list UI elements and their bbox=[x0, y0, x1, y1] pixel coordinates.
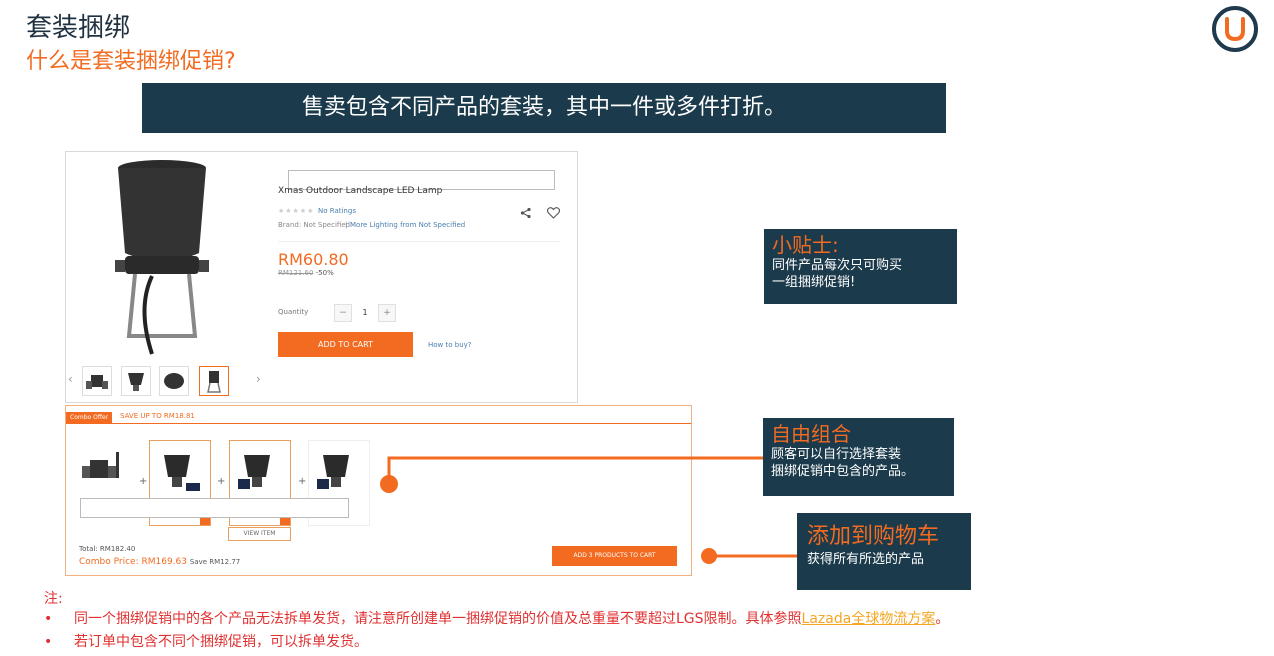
note-1: • 同一个捆绑促销中的各个产品无法拆单发货，请注意所创建单一捆绑促销的价值及总重量… bbox=[44, 609, 949, 629]
add-to-cart-callout: 添加到购物车 获得所有所选的产品 bbox=[797, 513, 971, 590]
view-item-button[interactable]: VIEW ITEM bbox=[228, 527, 291, 541]
bullet-icon: • bbox=[44, 611, 53, 627]
free-combo-line-1: 顾客可以自行选择套装 bbox=[771, 447, 902, 462]
rating-stars-icon: ★★★★★ bbox=[278, 207, 315, 215]
definition-banner: 售卖包含不同产品的套装，其中一件或多件打折。 bbox=[142, 83, 946, 133]
discount-badge: -50% bbox=[315, 269, 334, 277]
note-2-text: 若订单中包含不同个捆绑促销，可以拆单发货。 bbox=[74, 634, 368, 650]
lamp-product-image bbox=[115, 160, 209, 355]
quantity-value[interactable]: 1 bbox=[356, 304, 374, 322]
share-icon[interactable] bbox=[520, 204, 532, 223]
thumbnail-3[interactable] bbox=[159, 366, 189, 396]
how-to-buy-link[interactable]: How to buy? bbox=[428, 341, 472, 349]
connector-free-combo bbox=[380, 456, 766, 493]
combo-total: Total: RM182.40 bbox=[79, 545, 136, 553]
divider bbox=[278, 241, 560, 242]
quantity-label: Quantity bbox=[278, 308, 309, 316]
tip-callout: 小贴士: 同件产品每次只可购买 一组捆绑促销! bbox=[764, 229, 957, 304]
redacted-combo-names-box bbox=[80, 498, 349, 518]
note-2: • 若订单中包含不同个捆绑促销，可以拆单发货。 bbox=[44, 632, 368, 652]
add-to-cart-button[interactable]: ADD TO CART bbox=[278, 332, 413, 357]
thumbnail-1[interactable] bbox=[82, 366, 112, 396]
page-subtitle: 什么是套装捆绑促销? bbox=[26, 49, 236, 74]
free-combo-callout: 自由组合 顾客可以自行选择套装 捆绑促销中包含的产品。 bbox=[763, 418, 954, 496]
combo-save-amount: Save RM12.77 bbox=[189, 558, 241, 566]
product-title: Xmas Outdoor Landscape LED Lamp bbox=[278, 186, 443, 196]
combo-save-up-to: SAVE UP TO RM18.81 bbox=[120, 412, 195, 420]
selected-check-icon bbox=[280, 517, 290, 525]
note-1-end: 。 bbox=[935, 611, 950, 627]
brand-logo-icon bbox=[1212, 6, 1258, 52]
free-combo-title: 自由组合 bbox=[771, 422, 851, 446]
more-from-brand-link[interactable]: More Lighting from Not Specified bbox=[350, 221, 465, 229]
combo-plus-3: + bbox=[298, 476, 307, 487]
selected-check-icon bbox=[200, 517, 210, 525]
combo-price: Combo Price: RM169.63 bbox=[79, 557, 187, 567]
rating-text[interactable]: No Ratings bbox=[318, 207, 356, 215]
notes-title: 注: bbox=[44, 591, 63, 607]
tip-title: 小贴士: bbox=[772, 233, 839, 257]
quantity-increase-button[interactable]: + bbox=[378, 304, 396, 322]
free-combo-line-2: 捆绑促销中包含的产品。 bbox=[771, 464, 915, 479]
thumbnail-prev-arrow-icon[interactable]: ‹ bbox=[68, 372, 73, 386]
combo-divider bbox=[66, 423, 691, 424]
brand-text: Brand: Not Specified bbox=[278, 221, 351, 229]
add-to-cart-line-1: 获得所有所选的产品 bbox=[807, 552, 925, 567]
tip-line-1: 同件产品每次只可购买 bbox=[772, 258, 903, 273]
add-to-cart-title: 添加到购物车 bbox=[807, 524, 940, 549]
original-price-row: RM121.60 -50% bbox=[278, 269, 334, 277]
combo-plus-1: + bbox=[139, 476, 148, 487]
note-1-text: 同一个捆绑促销中的各个产品无法拆单发货，请注意所创建单一捆绑促销的价值及总重量不… bbox=[74, 611, 802, 627]
add-combo-to-cart-button[interactable]: ADD 3 PRODUCTS TO CART bbox=[552, 546, 677, 566]
connector-add-to-cart bbox=[701, 548, 799, 564]
thumbnail-2[interactable] bbox=[121, 366, 151, 396]
original-price: RM121.60 bbox=[278, 269, 314, 277]
combo-price-row: Combo Price: RM169.63 Save RM12.77 bbox=[79, 557, 240, 567]
combo-offer-tag: Combo Offer bbox=[66, 412, 113, 423]
quantity-decrease-button[interactable]: − bbox=[334, 304, 352, 322]
wishlist-heart-icon[interactable] bbox=[546, 204, 561, 223]
bullet-icon: • bbox=[44, 634, 53, 650]
page-title: 套装捆绑 bbox=[26, 13, 131, 43]
lgs-solution-link[interactable]: Lazada全球物流方案 bbox=[802, 611, 936, 627]
tip-line-2: 一组捆绑促销! bbox=[772, 275, 856, 290]
thumbnail-next-arrow-icon[interactable]: › bbox=[256, 372, 261, 386]
combo-plus-2: + bbox=[217, 476, 226, 487]
current-price: RM60.80 bbox=[278, 250, 349, 269]
thumbnail-4-selected[interactable] bbox=[199, 366, 229, 396]
